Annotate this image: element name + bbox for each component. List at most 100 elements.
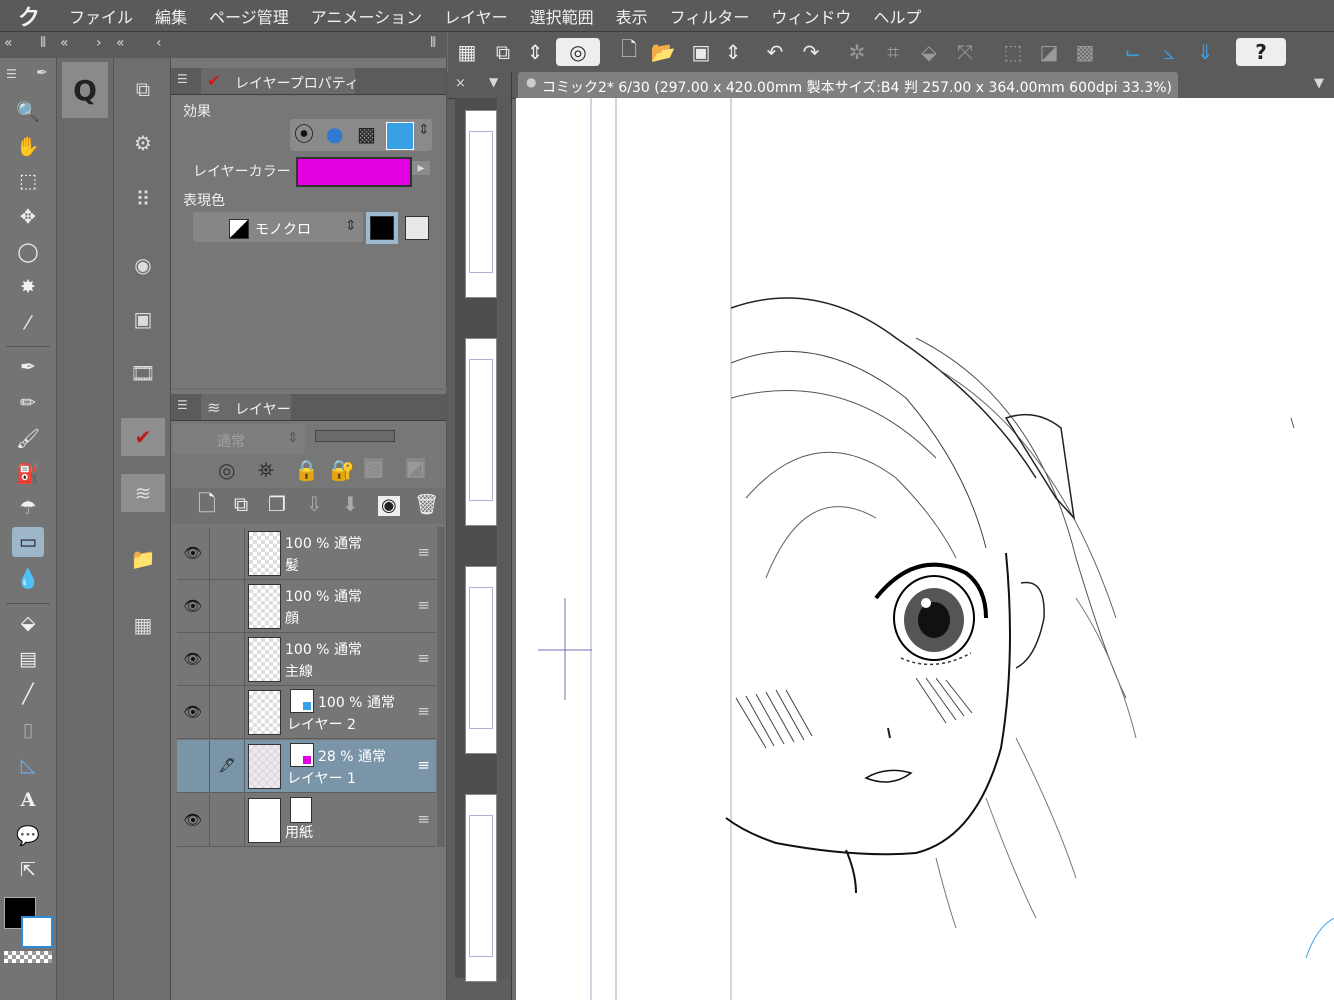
create-mask-icon[interactable]: ◉	[378, 496, 400, 516]
figure-tool-icon[interactable]: ╱	[12, 679, 44, 709]
material-icon[interactable]: 📁	[121, 540, 165, 578]
animation-icon[interactable]: 🎞	[121, 354, 165, 392]
redo-icon[interactable]: ↷	[796, 38, 826, 66]
new-vector-layer-icon[interactable]: ⧉	[234, 494, 248, 514]
auto-select-icon[interactable]: ✸	[12, 272, 44, 302]
grid-snap-icon[interactable]: ⇓	[1190, 38, 1220, 66]
fill-tool-icon[interactable]: ⬙	[12, 608, 44, 638]
layer-row[interactable]: 👁 100 % 通常 髪 ≡	[177, 527, 436, 580]
decoration-tool-icon[interactable]: ☂	[12, 493, 44, 523]
layout-grid-icon[interactable]: ▦	[452, 38, 482, 66]
eraser-tool-icon[interactable]: ▭	[12, 527, 44, 557]
color-set-icon[interactable]: ▣	[121, 300, 165, 338]
page-thumbnail[interactable]	[465, 110, 497, 298]
menu-view[interactable]: 表示	[605, 4, 659, 28]
border-effect-icon[interactable]: ⦿	[294, 124, 314, 144]
lock-layer-icon[interactable]: 🔒	[294, 460, 319, 480]
open-folder-icon[interactable]: 📂	[648, 38, 678, 66]
reference-layer-icon[interactable]: ⛯	[258, 460, 274, 480]
transform-icon[interactable]: ⤧	[950, 38, 980, 66]
drag-handle-icon[interactable]: ≡	[417, 649, 430, 667]
layer-row[interactable]: 👁 100 % 通常 レイヤー 2 ≡	[177, 686, 436, 739]
chevron-down-icon[interactable]: ▼	[1314, 77, 1324, 90]
edit-target-cell[interactable]	[210, 686, 245, 738]
layer-color-swatch[interactable]	[296, 157, 412, 187]
fill-icon[interactable]: ⬙	[914, 38, 944, 66]
merge-down-icon[interactable]: ⬇	[342, 494, 359, 514]
effect-stepper-icon[interactable]: ⇕	[418, 123, 430, 137]
eye-icon[interactable]: 👁	[177, 794, 210, 846]
menu-page-management[interactable]: ページ管理	[198, 4, 300, 28]
layer-property-tab-icon[interactable]: ✔	[121, 418, 165, 456]
invert-selection-icon[interactable]: ◪	[1034, 38, 1064, 66]
expression-color-dropdown[interactable]: モノクロ ⇕	[193, 212, 363, 242]
drag-handle-icon[interactable]: ≡	[417, 543, 430, 561]
text-tool-icon[interactable]: A	[12, 785, 44, 815]
drag-handle-icon[interactable]: ≡	[417, 596, 430, 614]
panel-menu-icon[interactable]: ☰	[177, 73, 188, 85]
layer-color-effect-icon[interactable]	[386, 122, 414, 150]
undo-icon[interactable]: ↶	[760, 38, 790, 66]
menu-file[interactable]: ファイル	[58, 4, 144, 28]
layer-tab-icon[interactable]: ≋	[121, 474, 165, 512]
eye-icon[interactable]: 👁	[177, 580, 210, 632]
chevron-down-icon[interactable]: ▼	[489, 76, 498, 88]
page-thumbnail[interactable]	[465, 338, 497, 526]
layer-row-selected[interactable]: 🖋 28 % 通常 レイヤー 1 ≡	[177, 740, 436, 793]
opacity-slider[interactable]	[315, 430, 395, 442]
pencil-tool-icon[interactable]: ✏	[12, 388, 44, 418]
page-list-scrollbar[interactable]	[498, 98, 510, 978]
new-folder-icon[interactable]: ❐	[268, 494, 286, 514]
drag-handle-icon[interactable]: ≡	[417, 702, 430, 720]
material-pattern-icon[interactable]: ▦	[121, 606, 165, 644]
layer-row[interactable]: 👁 100 % 通常 顔 ≡	[177, 580, 436, 633]
clipping-icon[interactable]: ◎	[218, 460, 235, 480]
collapse-left-icon[interactable]: «	[116, 36, 125, 50]
updown-icon[interactable]: ⇕	[718, 38, 748, 66]
sub-color-swatch[interactable]	[21, 916, 53, 948]
blend-mode-dropdown[interactable]: 通常 ⇕	[173, 424, 305, 454]
quick-access-icon[interactable]: Q	[62, 62, 108, 118]
save-icon[interactable]: ▣	[686, 38, 716, 66]
special-ruler-snap-icon[interactable]: ⦣	[1154, 38, 1184, 66]
updown-icon[interactable]: ⇕	[520, 38, 550, 66]
drag-handle-icon[interactable]: ≡	[417, 756, 430, 774]
tool-property-icon[interactable]: ⚙	[121, 124, 165, 162]
delete-layer-icon[interactable]: 🗑	[414, 494, 439, 514]
page-thumbnail[interactable]	[465, 794, 497, 982]
eye-icon[interactable]: 👁	[177, 527, 210, 579]
clip-studio-icon[interactable]: ◎	[556, 38, 600, 66]
layer-scrollbar[interactable]	[437, 527, 445, 847]
selection-border-icon[interactable]: ▩	[1070, 38, 1100, 66]
expand-right-icon[interactable]: ›	[96, 36, 102, 50]
close-icon[interactable]: ×	[455, 77, 466, 90]
menu-selection[interactable]: 選択範囲	[519, 4, 605, 28]
color-wheel-icon[interactable]: ◉	[121, 246, 165, 284]
menu-icon[interactable]: ☰	[6, 68, 17, 80]
subtool-icon[interactable]: ⧉	[121, 70, 165, 108]
page-thumbnail[interactable]	[465, 566, 497, 754]
selection-tool-icon[interactable]: ◯	[12, 237, 44, 267]
collapse-left-icon[interactable]: «	[4, 36, 13, 50]
edit-target-cell[interactable]	[210, 794, 245, 846]
collapse-icon[interactable]: ‹	[156, 36, 162, 50]
menu-layer[interactable]: レイヤー	[433, 4, 519, 28]
zoom-tool-icon[interactable]: 🔍	[12, 96, 44, 126]
menu-help[interactable]: ヘルプ	[862, 4, 932, 28]
new-raster-layer-icon[interactable]: 🗋	[198, 494, 216, 516]
airbrush-tool-icon[interactable]: ⛽	[12, 458, 44, 488]
preview-icon[interactable]: ⧉	[488, 38, 518, 66]
extract-line-icon[interactable]: ●	[326, 124, 343, 144]
gradient-tool-icon[interactable]: ▤	[12, 644, 44, 674]
tone-icon[interactable]: ▩	[357, 124, 376, 144]
eyedropper-icon[interactable]: ⁄	[12, 308, 44, 338]
collapse-left-icon[interactable]: «	[60, 36, 69, 50]
layer-row[interactable]: 👁 用紙 ≡	[177, 794, 436, 847]
drag-handle-icon[interactable]: ≡	[417, 810, 430, 828]
operation-tool-icon[interactable]: ⬚	[12, 166, 44, 196]
clear-icon[interactable]: ✲	[842, 38, 872, 66]
menu-filter[interactable]: フィルター	[659, 4, 761, 28]
brush-tool-icon[interactable]: 🖌	[12, 423, 44, 453]
black-color-toggle[interactable]	[366, 212, 398, 244]
hand-tool-icon[interactable]: ✋	[12, 131, 44, 161]
